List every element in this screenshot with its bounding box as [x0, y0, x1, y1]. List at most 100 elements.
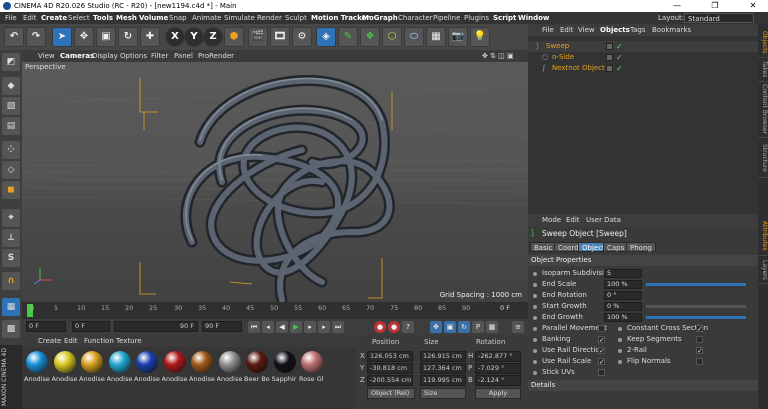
- deformer-icon[interactable]: ⬭: [404, 27, 424, 47]
- viewport-menu-options[interactable]: Options: [120, 50, 147, 62]
- position-x-field[interactable]: 126.053 cm: [367, 351, 413, 362]
- menu-file[interactable]: File: [5, 12, 17, 24]
- axis-z-button[interactable]: Z: [203, 27, 223, 47]
- attr-menu-edit[interactable]: Edit: [566, 214, 580, 227]
- redo-icon[interactable]: ↷: [26, 27, 46, 47]
- end-frame-field[interactable]: 90 F: [202, 321, 242, 332]
- use-rail-direction-checkbox[interactable]: ✓: [598, 347, 605, 355]
- live-selection-icon[interactable]: ➤: [52, 27, 72, 47]
- play-icon[interactable]: ▶: [290, 321, 302, 333]
- flip-normals-checkbox[interactable]: [696, 358, 703, 365]
- edges-mode-icon[interactable]: ◇: [2, 161, 20, 179]
- workplane-lock-icon[interactable]: ▦: [2, 298, 20, 316]
- end-rotation-field[interactable]: 0 °: [604, 291, 642, 300]
- make-editable-icon[interactable]: ◩: [2, 53, 20, 71]
- obj-menu-file[interactable]: File: [542, 24, 554, 36]
- material-swatch[interactable]: Anodise: [189, 349, 215, 393]
- key-position-icon[interactable]: ✥: [430, 321, 442, 333]
- attr-menu-user-data[interactable]: User Data: [586, 214, 621, 227]
- animation-bullet[interactable]: [533, 316, 537, 320]
- viewport-menu-view[interactable]: View: [38, 50, 55, 62]
- animation-bullet[interactable]: [618, 349, 622, 353]
- animation-bullet[interactable]: [533, 371, 537, 375]
- side-tab-attributes[interactable]: Attributes: [758, 216, 768, 256]
- material-swatch[interactable]: Anodise: [24, 349, 50, 393]
- viewport-menu-cameras[interactable]: Cameras: [60, 50, 94, 62]
- start-growth-slider[interactable]: [646, 305, 746, 308]
- close-button[interactable]: ✕: [740, 0, 766, 12]
- viewport-perspective[interactable]: Perspective Grid Spacing : 1000 cm: [22, 62, 528, 302]
- side-tab-content-browser[interactable]: Content Browser: [758, 82, 768, 138]
- auto-key-icon[interactable]: ●: [388, 321, 400, 333]
- menu-render[interactable]: Render: [257, 12, 282, 24]
- menu-create[interactable]: Create: [41, 12, 67, 24]
- size-z-field[interactable]: 119.995 cm: [420, 375, 466, 386]
- rotation-b-field[interactable]: -2.124 °: [475, 375, 521, 386]
- cube-icon[interactable]: ◈: [316, 27, 336, 47]
- maximize-button[interactable]: ❐: [702, 0, 728, 12]
- obj-menu-edit[interactable]: Edit: [560, 24, 574, 36]
- enabled-check-icon[interactable]: ✓: [616, 41, 623, 52]
- render-settings-icon[interactable]: ⚙: [292, 27, 312, 47]
- side-tab-structure[interactable]: Structure: [758, 138, 768, 178]
- parallel-movement-checkbox[interactable]: [598, 325, 605, 332]
- axis-x-button[interactable]: X: [165, 27, 185, 47]
- material-swatch[interactable]: Anodise: [217, 349, 243, 393]
- recent-tool-icon[interactable]: ✚: [140, 27, 160, 47]
- current-frame-field[interactable]: 0 F: [72, 321, 110, 332]
- menu-tools[interactable]: Tools: [93, 12, 113, 24]
- viewport-menu-panel[interactable]: Panel: [174, 50, 193, 62]
- material-menu-function[interactable]: Function: [84, 335, 114, 347]
- rotation-p-field[interactable]: -7.029 °: [475, 363, 521, 374]
- polygons-mode-icon[interactable]: ◼: [2, 181, 20, 199]
- menu-script[interactable]: Script: [493, 12, 516, 24]
- obj-menu-bookmarks[interactable]: Bookmarks: [652, 24, 691, 36]
- coordinate-mode-select[interactable]: Object (Rel): [367, 388, 415, 399]
- visibility-toggle[interactable]: [606, 43, 613, 50]
- material-menu-create[interactable]: Create: [38, 335, 61, 347]
- end-scale-field[interactable]: 100 %: [604, 280, 642, 289]
- material-swatch[interactable]: Anodise: [134, 349, 160, 393]
- end-frame-slider[interactable]: 90 F: [114, 321, 198, 332]
- go-to-end-icon[interactable]: ⏭: [332, 321, 344, 333]
- use-rail-scale-checkbox[interactable]: ✓: [598, 358, 605, 366]
- magnet-icon[interactable]: ∩: [2, 272, 20, 290]
- menu-window[interactable]: Window: [518, 12, 549, 24]
- attr-menu-mode[interactable]: Mode: [542, 214, 561, 227]
- material-swatch[interactable]: Anodise: [79, 349, 105, 393]
- axis-y-button[interactable]: Y: [184, 27, 204, 47]
- apply-button[interactable]: Apply: [475, 388, 521, 399]
- key-parameter-icon[interactable]: P: [472, 321, 484, 333]
- viewport-menu-prorender[interactable]: ProRender: [198, 50, 234, 62]
- menu-sculpt[interactable]: Sculpt: [285, 12, 307, 24]
- move-icon[interactable]: ✥: [74, 27, 94, 47]
- prev-frame-icon[interactable]: ◀: [276, 321, 288, 333]
- tweak-icon[interactable]: ⟂: [2, 229, 20, 247]
- material-swatch[interactable]: Anodise: [162, 349, 188, 393]
- floor-icon[interactable]: ▦: [426, 27, 446, 47]
- points-mode-icon[interactable]: ⁘: [2, 141, 20, 159]
- enable-axis-icon[interactable]: ⌖: [2, 209, 20, 227]
- animation-bullet[interactable]: [618, 327, 622, 331]
- light-icon[interactable]: 💡: [470, 27, 490, 47]
- viewport-menu-filter[interactable]: Filter: [151, 50, 168, 62]
- animation-bullet[interactable]: [533, 272, 537, 276]
- side-tab-layers[interactable]: Layers: [758, 256, 768, 284]
- animation-bullet[interactable]: [533, 283, 537, 287]
- menu-motion-tracker[interactable]: Motion Tracker: [311, 12, 370, 24]
- camera-icon[interactable]: 📷: [448, 27, 468, 47]
- animation-bullet[interactable]: [533, 349, 537, 353]
- size-mode-select[interactable]: Size: [420, 388, 466, 399]
- viewport-nav-icons[interactable]: ✥ ⇅ ◫ ▣: [482, 50, 514, 62]
- visibility-toggle[interactable]: [606, 65, 613, 72]
- end-growth-slider[interactable]: [646, 316, 746, 319]
- next-frame-icon[interactable]: ▸: [304, 321, 316, 333]
- render-picture-viewer-icon[interactable]: 🎞: [270, 27, 290, 47]
- object-row-nside[interactable]: ○ n-Side ✓: [528, 52, 758, 63]
- object-row-nextnot[interactable]: ∫ Nextnot Object ✓: [528, 63, 758, 74]
- obj-menu-objects[interactable]: Objects: [600, 24, 630, 36]
- menu-plugins[interactable]: Plugins: [464, 12, 489, 24]
- menu-snap[interactable]: Snap: [169, 12, 187, 24]
- keyframe-selection-icon[interactable]: ?: [402, 321, 414, 333]
- end-growth-field[interactable]: 100 %: [604, 313, 642, 322]
